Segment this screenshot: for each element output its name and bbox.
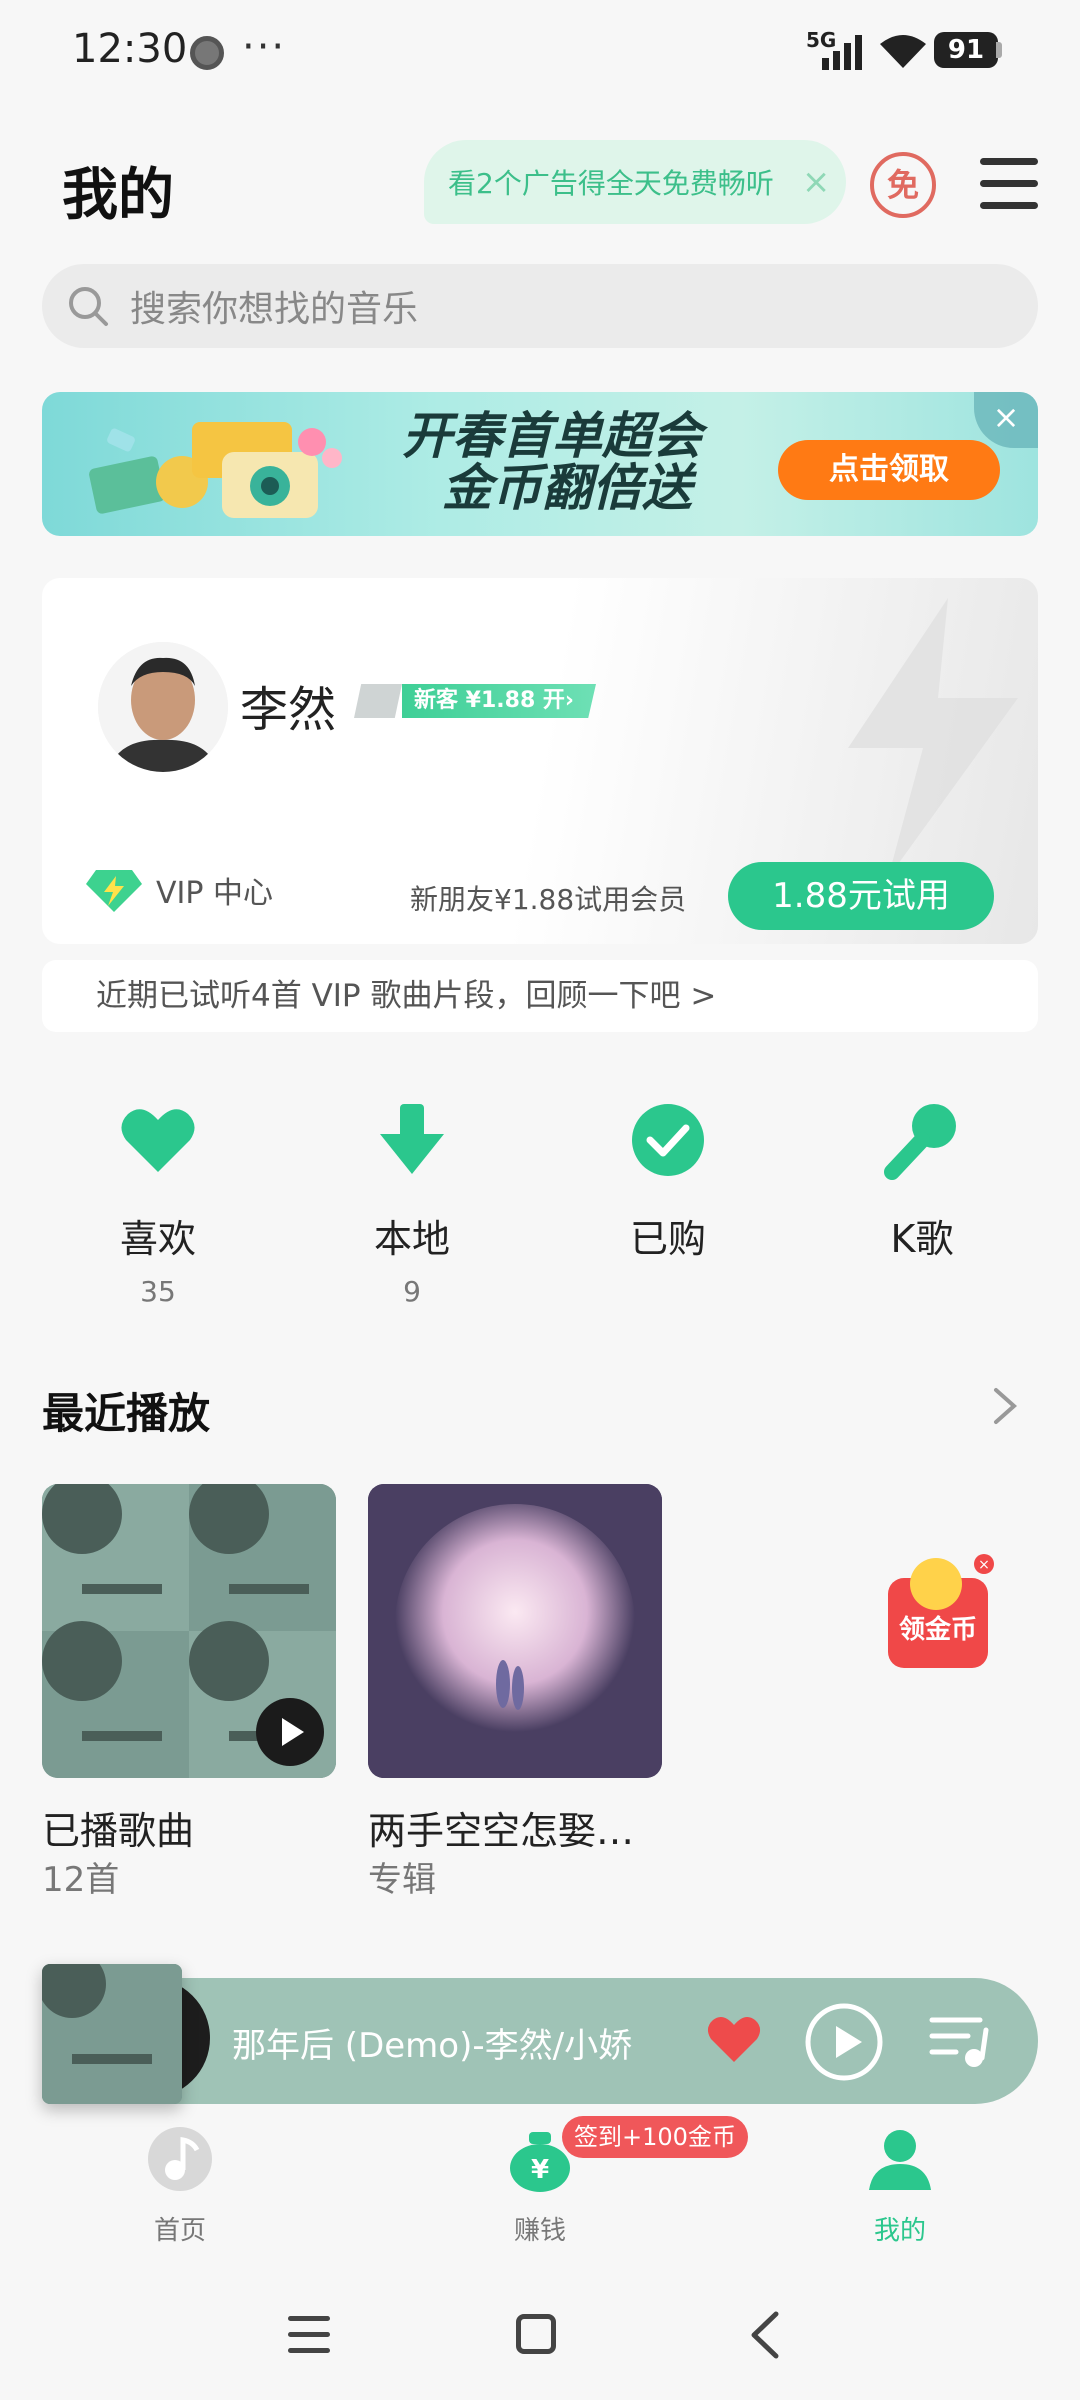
vip-tag-text: 新客 ¥1.88 开› (402, 684, 596, 718)
banner-line1: 开春首单超会 (402, 407, 702, 465)
username: 李然 (240, 682, 337, 738)
quick-action-count: 35 (140, 1275, 176, 1308)
check-icon (632, 1104, 704, 1176)
download-icon (380, 1104, 444, 1174)
vip-center-label: VIP 中心 (156, 876, 273, 911)
signin-badge[interactable]: 签到+100金币 (562, 2116, 748, 2158)
quick-action-label: 已购 (629, 1217, 706, 1261)
avatar[interactable] (98, 642, 228, 772)
cover-title: 两手空空怎娶… (368, 1809, 635, 1853)
tab-label: 赚钱 (513, 2216, 566, 2246)
coin-float-text: 领金币 (899, 1614, 977, 1645)
vip-diamond-icon (86, 870, 142, 912)
vip-promo-tag[interactable]: 新客 ¥1.88 开› (354, 684, 596, 718)
ad-text: 看2个广告得全天免费畅听 (448, 167, 774, 200)
album-cover[interactable] (368, 1484, 662, 1778)
page-title: 我的 (62, 163, 174, 228)
microphone-icon (884, 1104, 956, 1180)
cover-subtitle: 12首 (42, 1860, 120, 1900)
quick-action-karaoke[interactable]: K歌 (822, 1100, 1022, 1275)
tab-label: 首页 (153, 2216, 206, 2246)
close-icon[interactable]: × (802, 162, 831, 202)
heart-icon (121, 1109, 195, 1172)
played-songs-cover[interactable] (42, 1484, 336, 1778)
profile-card: 李然 新客 ¥1.88 开› VIP 中心 新朋友¥1.88试用会员 1.88元… (42, 578, 1038, 944)
search-placeholder: 搜索你想找的音乐 (130, 289, 419, 330)
back-button[interactable] (746, 2310, 786, 2360)
cover-subtitle: 专辑 (368, 1860, 436, 1900)
svg-text:×: × (978, 1557, 990, 1573)
quick-action-label: 喜欢 (119, 1217, 196, 1261)
tab-mine[interactable]: 我的 (820, 2126, 980, 2247)
quick-action-local[interactable]: 本地 9 (312, 1100, 512, 1308)
player-track-title: 那年后 (Demo)-李然/小娇 (232, 2026, 633, 2066)
more-notifications-icon: ··· (242, 24, 287, 70)
tab-home[interactable]: 首页 (100, 2126, 260, 2247)
quick-action-purchased[interactable]: 已购 (568, 1100, 768, 1275)
player-cover[interactable] (42, 1964, 182, 2104)
vip-center-link[interactable]: VIP 中心 (86, 868, 273, 912)
banner-line2: 金币翻倍送 (442, 459, 692, 517)
menu-icon[interactable] (980, 158, 1038, 210)
quick-action-label: K歌 (890, 1217, 954, 1261)
bolt-icon (354, 684, 402, 718)
search-icon (69, 287, 108, 326)
recent-apps-button[interactable] (288, 2316, 330, 2354)
quick-action-label: 本地 (373, 1217, 450, 1261)
recent-section-title: 最近播放 (42, 1389, 211, 1438)
battery-icon: 91 (934, 32, 998, 68)
free-badge-button[interactable]: 免 (870, 152, 936, 218)
status-time: 12:30 (72, 26, 188, 72)
svg-text:¥: ¥ (531, 2155, 549, 2185)
like-heart-icon[interactable] (706, 2014, 762, 2064)
quick-action-likes[interactable]: 喜欢 35 (58, 1100, 258, 1308)
promo-banner[interactable]: 开春首单超会 金币翻倍送 点击领取 × (42, 392, 1038, 536)
recent-vip-review-link[interactable]: 近期已试听4首 VIP 歌曲片段，回顾一下吧 > (42, 960, 1038, 1032)
chevron-right-icon[interactable] (990, 1386, 1020, 1426)
music-note-icon (148, 2127, 212, 2191)
playlist-icon[interactable] (928, 2012, 992, 2070)
search-input[interactable]: 搜索你想找的音乐 (42, 264, 1038, 348)
claim-button[interactable]: 点击领取 (778, 440, 1000, 500)
banner-title: 开春首单超会 金币翻倍送 (402, 410, 702, 514)
trial-text: 新朋友¥1.88试用会员 (410, 883, 687, 916)
wifi-icon (880, 35, 926, 68)
gift-camera-illustration (89, 422, 342, 518)
play-icon[interactable] (804, 2002, 884, 2082)
quick-action-count: 9 (403, 1275, 421, 1308)
trial-button[interactable]: 1.88元试用 (728, 862, 994, 930)
banner-close-icon[interactable]: × (974, 392, 1038, 448)
cover-title: 已播歌曲 (42, 1809, 195, 1853)
coin-redpacket-icon[interactable]: 领金币 × (884, 1552, 994, 1674)
battery-tip (996, 42, 1002, 58)
home-button[interactable] (516, 2314, 556, 2354)
user-icon (869, 2130, 931, 2190)
bolt-watermark-icon (848, 598, 1018, 878)
tab-label: 我的 (873, 2216, 926, 2246)
signal-icon (822, 35, 862, 70)
alarm-icon (190, 36, 224, 70)
free-listen-ad-pill[interactable]: 看2个广告得全天免费畅听 × (424, 140, 846, 224)
